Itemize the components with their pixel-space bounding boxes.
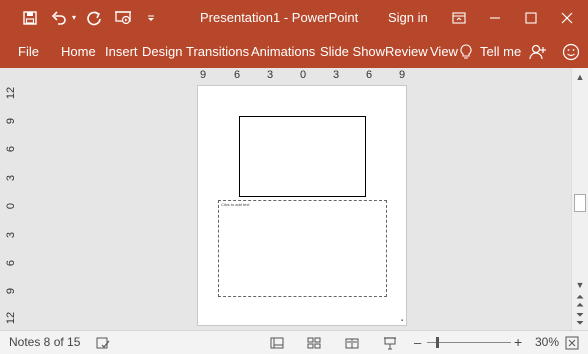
redo-icon[interactable] <box>83 0 105 35</box>
zoom-out-button[interactable]: – <box>414 331 421 354</box>
zoom-in-button[interactable]: + <box>514 331 522 354</box>
scroll-up-icon[interactable]: ▲ <box>572 72 588 82</box>
zoom-slider-track[interactable] <box>427 342 511 343</box>
smiley-icon[interactable] <box>561 35 581 68</box>
customize-qat-icon[interactable] <box>143 0 159 35</box>
tab-file[interactable]: File <box>18 35 39 68</box>
maximize-icon[interactable] <box>514 0 548 35</box>
slide-sorter-icon[interactable] <box>305 331 323 354</box>
window-title: Presentation1 - PowerPoint <box>200 10 359 25</box>
title-bar: ▾ Presentation1 - PowerPoint Sign in <box>0 0 588 35</box>
ruler-tick-label: 3 <box>267 69 274 81</box>
ruler-tick-label: 6 <box>5 259 17 267</box>
ruler-tick-label: 9 <box>200 69 207 81</box>
present-from-beginning-icon[interactable] <box>112 0 136 35</box>
reading-view-icon[interactable] <box>343 331 361 354</box>
undo-dropdown-icon[interactable]: ▾ <box>69 0 79 35</box>
accessibility-icon[interactable] <box>94 331 112 354</box>
tab-animations[interactable]: Animations <box>251 35 315 68</box>
fit-slide-icon[interactable] <box>563 331 581 354</box>
previous-page-icon[interactable]: ⏶ ⏶ <box>572 293 588 311</box>
tab-transitions[interactable]: Transitions <box>186 35 249 68</box>
page-corner-marker: ▪ <box>401 318 404 324</box>
tab-view[interactable]: View <box>430 35 458 68</box>
share-icon[interactable] <box>528 35 548 68</box>
slide-counter[interactable]: Notes 8 of 15 <box>9 331 80 354</box>
ruler-tick-label: 9 <box>5 287 17 295</box>
tab-review[interactable]: Review <box>385 35 428 68</box>
save-icon[interactable] <box>18 0 42 35</box>
ruler-tick-label: 3 <box>5 174 17 182</box>
notes-placeholder-text: Click to add text <box>221 202 250 207</box>
slide-show-icon[interactable] <box>381 331 399 354</box>
tab-insert[interactable]: Insert <box>105 35 138 68</box>
sign-in-link[interactable]: Sign in <box>388 0 428 35</box>
vertical-scrollbar[interactable]: ▲ ▼ ⏶ ⏶ ⏷ ⏷ <box>571 68 588 330</box>
ruler-tick-label: 12 <box>5 311 17 325</box>
slide-thumbnail[interactable] <box>239 116 366 197</box>
ruler-tick-label: 0 <box>5 202 17 210</box>
horizontal-ruler: 9 6 3 0 3 6 9 <box>197 68 408 82</box>
ruler-tick-label: 6 <box>5 145 17 153</box>
notes-placeholder-box[interactable] <box>218 200 387 297</box>
undo-icon[interactable] <box>49 0 69 35</box>
ruler-tick-label: 9 <box>5 117 17 125</box>
zoom-level[interactable]: 30% <box>535 331 559 354</box>
ribbon-tab-bar: File Home Insert Design Transitions Anim… <box>0 35 588 68</box>
status-bar: Notes 8 of 15 – + 30% <box>0 330 588 354</box>
ruler-tick-label: 3 <box>5 231 17 239</box>
ribbon-display-options-icon[interactable] <box>442 0 476 35</box>
minimize-icon[interactable] <box>478 0 512 35</box>
tab-slide-show[interactable]: Slide Show <box>320 35 385 68</box>
close-icon[interactable] <box>550 0 584 35</box>
ruler-tick-label: 3 <box>333 69 340 81</box>
normal-view-icon[interactable] <box>268 331 286 354</box>
tab-design[interactable]: Design <box>142 35 182 68</box>
tell-me-search[interactable]: Tell me <box>480 35 521 68</box>
ruler-tick-label: 0 <box>300 69 307 81</box>
tab-home[interactable]: Home <box>61 35 96 68</box>
ruler-tick-label: 9 <box>399 69 406 81</box>
next-page-icon[interactable]: ⏷ ⏷ <box>572 311 588 329</box>
zoom-slider-thumb[interactable] <box>436 337 439 348</box>
ruler-tick-label: 6 <box>366 69 373 81</box>
ruler-tick-label: 12 <box>5 86 17 100</box>
lightbulb-icon[interactable] <box>459 35 473 68</box>
scroll-down-icon[interactable]: ▼ <box>572 280 588 290</box>
ruler-tick-label: 6 <box>234 69 241 81</box>
vertical-ruler: 12 9 6 3 0 3 6 9 12 <box>0 84 22 328</box>
scrollbar-thumb[interactable] <box>574 194 586 212</box>
